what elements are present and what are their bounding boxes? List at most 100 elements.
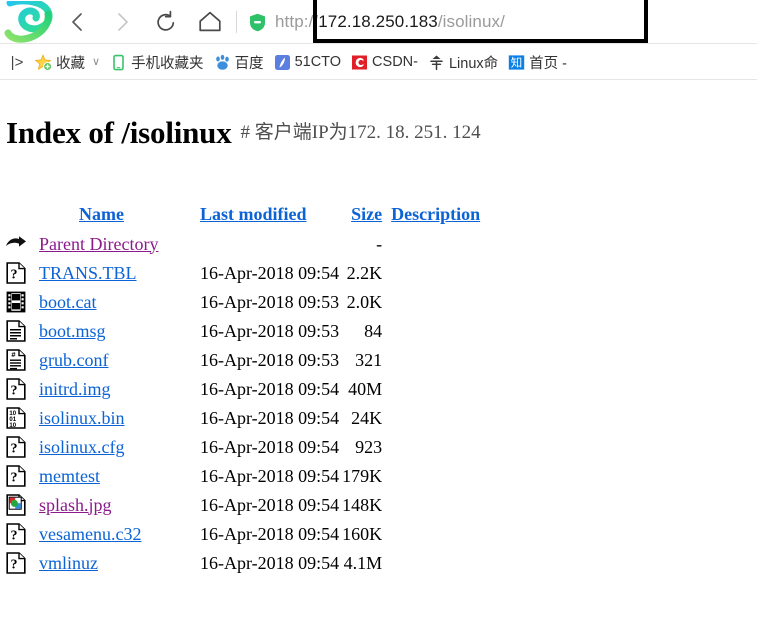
file-name-cell: Parent Directory bbox=[29, 230, 200, 259]
file-size-cell: 40M bbox=[348, 378, 383, 399]
file-modified-cell: 16-Apr-2018 09:54 bbox=[200, 378, 340, 399]
sort-by-size-link[interactable]: Size bbox=[351, 204, 382, 224]
file-size-cell: 923 bbox=[355, 436, 383, 457]
file-icon-cell: ? bbox=[0, 375, 29, 404]
bookmark-csdn[interactable]: CSDN- bbox=[346, 47, 423, 77]
baidu-paw-icon bbox=[214, 54, 231, 71]
file-link[interactable]: memtest bbox=[39, 466, 100, 486]
reload-button[interactable] bbox=[144, 2, 188, 42]
svg-text:知: 知 bbox=[511, 55, 523, 69]
file-link[interactable]: vesamenu.c32 bbox=[39, 524, 141, 544]
file-name-cell: initrd.img bbox=[29, 375, 200, 404]
table-row: ? initrd.img 16-Apr-2018 09:54 40M bbox=[0, 375, 505, 404]
file-link[interactable]: vmlinuz bbox=[39, 553, 98, 573]
file-description-cell bbox=[385, 346, 505, 375]
file-link[interactable]: boot.cat bbox=[39, 292, 96, 312]
url-path: /isolinux/ bbox=[437, 12, 505, 31]
sort-by-date-link[interactable]: Last modified bbox=[200, 204, 307, 224]
file-icon-cell: 10 01 10 bbox=[0, 404, 29, 433]
table-row: 10 01 10 isolinux.bin 16-Apr-2018 09:54 24… bbox=[0, 404, 505, 433]
bookmarks-bar: |> 收藏 ∨ 手机收藏夹 百度 51CTO CSDN- Linux命 知 首页… bbox=[0, 44, 757, 80]
sort-by-description-link[interactable]: Description bbox=[391, 204, 480, 224]
file-description-cell bbox=[385, 259, 505, 288]
url-text[interactable]: http://172.18.250.183/isolinux/ bbox=[275, 12, 505, 32]
file-name-cell: memtest bbox=[29, 462, 200, 491]
browser-logo-icon bbox=[4, 0, 56, 43]
image-file-icon bbox=[5, 494, 26, 516]
file-name-cell: isolinux.cfg bbox=[29, 433, 200, 462]
toolbar-divider bbox=[236, 11, 237, 33]
unknown-file-icon: ? bbox=[5, 378, 26, 400]
file-modified-cell: 16-Apr-2018 09:53 bbox=[200, 320, 340, 341]
51cto-icon bbox=[274, 54, 291, 71]
chevron-down-icon[interactable]: ∨ bbox=[92, 56, 100, 68]
table-row: boot.msg 16-Apr-2018 09:53 84 bbox=[0, 317, 505, 346]
file-modified-cell: 16-Apr-2018 09:53 bbox=[200, 291, 340, 312]
file-icon-cell: ? bbox=[0, 462, 29, 491]
reload-icon bbox=[157, 10, 175, 31]
parent-directory-icon bbox=[5, 236, 26, 247]
bookmark-label: 收藏 bbox=[56, 55, 85, 72]
file-icon-cell bbox=[0, 491, 29, 520]
file-link[interactable]: isolinux.bin bbox=[39, 408, 125, 428]
file-description-cell bbox=[385, 288, 505, 317]
file-modified-cell: 16-Apr-2018 09:54 bbox=[200, 436, 340, 457]
bookmark-label: CSDN- bbox=[372, 54, 418, 70]
browser-toolbar: http://172.18.250.183/isolinux/ bbox=[0, 0, 757, 44]
unknown-file-icon: ? bbox=[5, 465, 26, 487]
file-modified-cell: 16-Apr-2018 09:54 bbox=[200, 262, 340, 283]
url-host: 172.18.250.183 bbox=[318, 12, 438, 31]
chevron-right-icon bbox=[118, 13, 128, 31]
table-row: ? TRANS.TBL 16-Apr-2018 09:54 2.2K bbox=[0, 259, 505, 288]
file-link[interactable]: splash.jpg bbox=[39, 495, 112, 515]
bookmarks-overflow-icon[interactable]: |> bbox=[4, 48, 30, 76]
bookmark-zhihu[interactable]: 知 首页 - bbox=[503, 47, 572, 77]
forward-button[interactable] bbox=[100, 2, 144, 42]
file-modified-cell: 16-Apr-2018 09:54 bbox=[200, 494, 340, 515]
svg-text:?: ? bbox=[10, 529, 17, 544]
table-row: splash.jpg 16-Apr-2018 09:54 148K bbox=[0, 491, 505, 520]
bookmark-51cto[interactable]: 51CTO bbox=[269, 47, 346, 77]
csdn-icon bbox=[351, 54, 368, 71]
file-link[interactable]: grub.conf bbox=[39, 350, 108, 370]
file-link[interactable]: TRANS.TBL bbox=[39, 263, 137, 283]
linux-command-icon bbox=[428, 54, 445, 71]
bookmark-mobile-favorites[interactable]: 手机收藏夹 bbox=[105, 47, 209, 77]
file-modified-cell: 16-Apr-2018 09:54 bbox=[200, 465, 340, 486]
home-button[interactable] bbox=[188, 2, 232, 42]
address-bar[interactable]: http://172.18.250.183/isolinux/ bbox=[245, 2, 757, 42]
directory-table: Name Last modified Size Description Pare… bbox=[0, 200, 505, 578]
bookmark-label: Linux命 bbox=[448, 55, 499, 72]
file-link[interactable]: Parent Directory bbox=[39, 234, 158, 254]
url-scheme: http:// bbox=[275, 12, 319, 31]
home-icon bbox=[199, 11, 221, 32]
file-link[interactable]: boot.msg bbox=[39, 321, 106, 341]
file-name-cell: vesamenu.c32 bbox=[29, 520, 200, 549]
directory-table-head: Name Last modified Size Description bbox=[0, 200, 505, 230]
file-description-cell bbox=[385, 404, 505, 433]
svg-text:?: ? bbox=[10, 471, 17, 486]
file-description-cell bbox=[385, 520, 505, 549]
directory-listing-page: Index of /isolinux # 客户端IP为172. 18. 251.… bbox=[0, 80, 757, 578]
svg-text:?: ? bbox=[10, 558, 17, 573]
file-name-cell: boot.msg bbox=[29, 317, 200, 346]
file-modified-cell: 16-Apr-2018 09:53 bbox=[200, 349, 340, 370]
file-size-cell: 148K bbox=[342, 494, 383, 515]
back-button[interactable] bbox=[56, 2, 100, 42]
bookmark-baidu[interactable]: 百度 bbox=[209, 47, 269, 77]
sort-by-name-link[interactable]: Name bbox=[79, 204, 124, 224]
file-description-cell bbox=[385, 433, 505, 462]
bookmark-linux-command[interactable]: Linux命 bbox=[423, 47, 503, 77]
script-document-icon: # bbox=[5, 349, 26, 371]
file-size-cell: 84 bbox=[364, 320, 383, 341]
file-link[interactable]: initrd.img bbox=[39, 379, 111, 399]
header-description: Description bbox=[385, 200, 505, 230]
bookmark-label: 百度 bbox=[234, 55, 264, 72]
chevron-left-icon bbox=[72, 13, 82, 31]
unknown-file-icon: ? bbox=[5, 436, 26, 458]
file-description-cell bbox=[385, 317, 505, 346]
bookmark-favorites[interactable]: 收藏 ∨ bbox=[30, 47, 105, 77]
file-link[interactable]: isolinux.cfg bbox=[39, 437, 125, 457]
unknown-file-icon: ? bbox=[5, 262, 26, 284]
star-favorites-icon bbox=[34, 53, 53, 71]
